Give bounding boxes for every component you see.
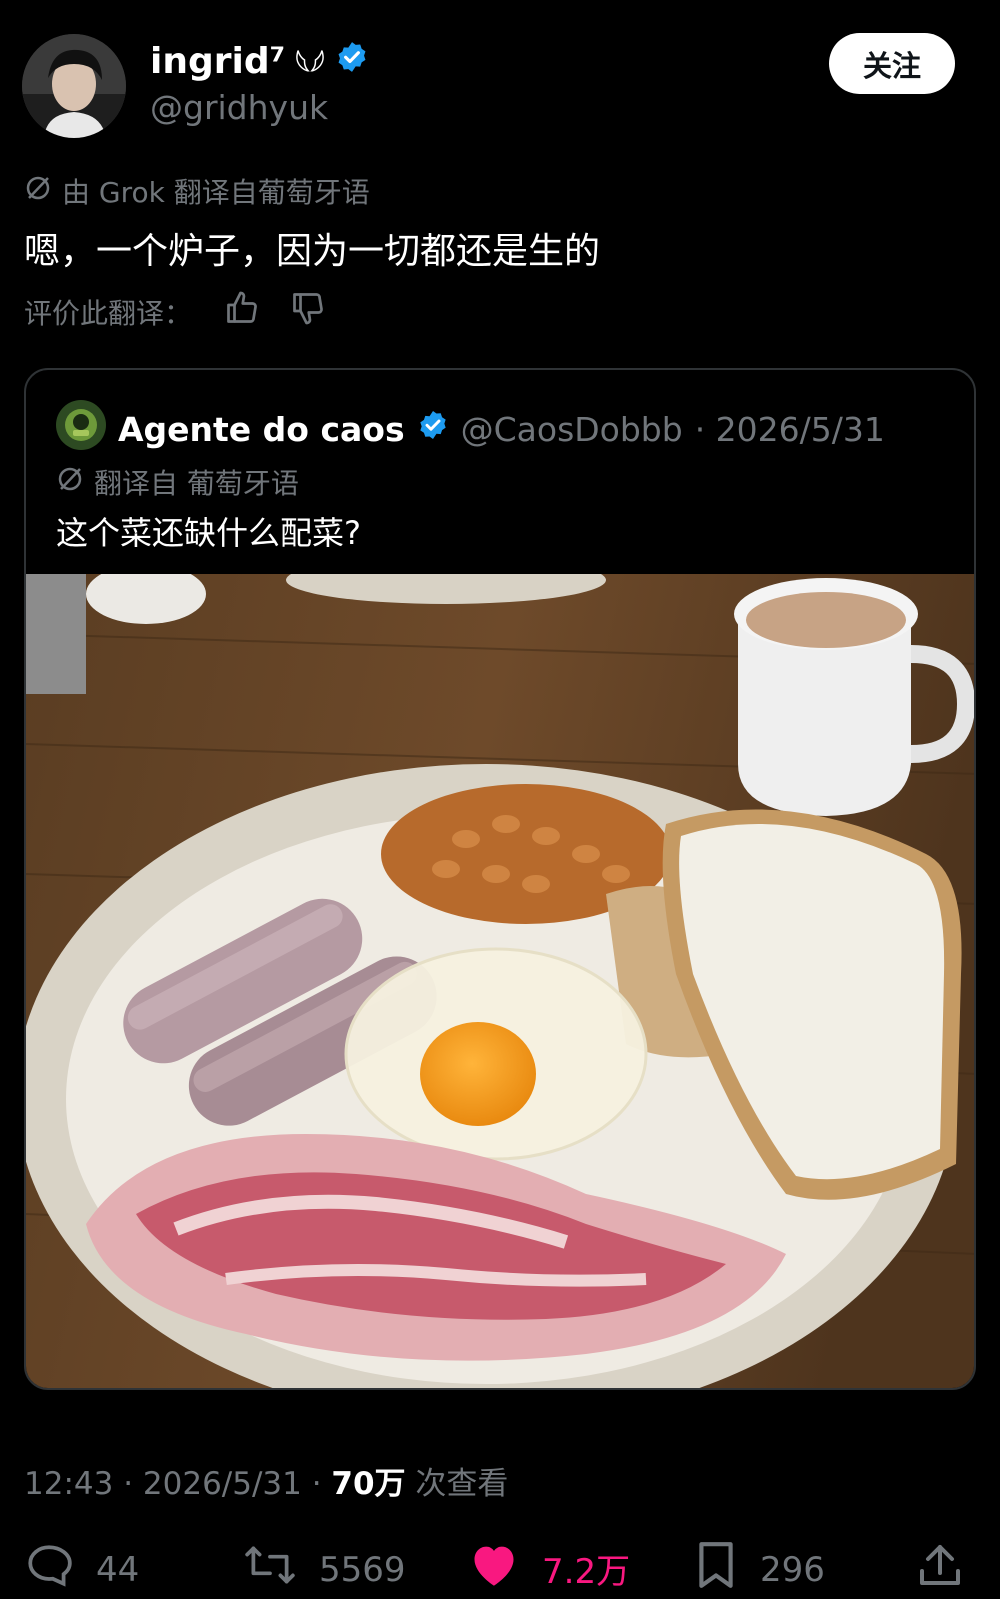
bookmark-count: 296 (760, 1549, 825, 1590)
action-bar: 44 5569 7.2万 296 (0, 1540, 1000, 1596)
tweet-time[interactable]: 12:43 · 2026/5/31 · (24, 1466, 331, 1502)
name-emblem: 𓆩𓆪 (295, 50, 325, 81)
quoted-translation-note[interactable]: 翻译自 葡萄牙语 (56, 462, 299, 502)
thumbs-up-icon[interactable] (224, 290, 260, 333)
reply-icon (24, 1540, 74, 1599)
reply-count: 44 (96, 1549, 140, 1590)
share-icon (918, 1540, 962, 1599)
like-button[interactable]: 7.2万 (468, 1540, 630, 1597)
like-count: 7.2万 (542, 1552, 631, 1592)
quoted-name[interactable]: Agente do caos (118, 410, 405, 449)
translation-note[interactable]: 由 Grok 翻译自葡萄牙语 (24, 171, 370, 211)
quoted-date: · 2026/5/31 (694, 409, 885, 449)
follow-button[interactable]: 关注 (829, 33, 955, 94)
breakfast-photo[interactable] (26, 556, 974, 1388)
quoted-tweet[interactable]: Agente do caos @CaosDobbb · 2026/5/31 翻译… (24, 368, 976, 1390)
quoted-verified-badge-icon (417, 409, 449, 449)
quoted-translation-note-text: 翻译自 葡萄牙语 (94, 467, 299, 500)
retweet-count: 5569 (319, 1549, 406, 1590)
tweet-meta: 12:43 · 2026/5/31 · 70万 次查看 (24, 1458, 508, 1503)
rate-translation: 评价此翻译： (24, 290, 326, 333)
bookmark-icon (694, 1540, 738, 1599)
translation-note-text: 由 Grok 翻译自葡萄牙语 (62, 176, 370, 209)
thumbs-down-icon[interactable] (290, 290, 326, 333)
quoted-text: 这个菜还缺什么配菜? (56, 514, 361, 552)
view-count: 70万 (331, 1466, 406, 1502)
rate-translation-label: 评价此翻译： (24, 296, 193, 330)
bookmark-button[interactable]: 296 (694, 1540, 825, 1599)
translate-icon (24, 174, 52, 209)
avatar[interactable] (22, 34, 126, 138)
reply-button[interactable]: 44 (24, 1540, 139, 1599)
author-name[interactable]: ingrid⁷ (150, 41, 285, 82)
share-button[interactable] (918, 1540, 962, 1599)
quoted-header: Agente do caos @CaosDobbb · 2026/5/31 (56, 400, 885, 458)
verified-badge-icon (335, 40, 369, 83)
quoted-translate-icon (56, 465, 84, 500)
author-name-row[interactable]: ingrid⁷ 𓆩𓆪 (150, 40, 369, 83)
retweet-button[interactable]: 5569 (243, 1540, 406, 1599)
retweet-icon (243, 1540, 297, 1599)
quoted-handle[interactable]: @CaosDobbb (461, 410, 683, 449)
tweet-text: 嗯，一个炉子，因为一切都还是生的 (24, 231, 601, 272)
quoted-avatar[interactable] (56, 400, 106, 458)
view-label: 次查看 (405, 1466, 509, 1502)
heart-icon (468, 1540, 520, 1597)
author-handle[interactable]: @gridhyuk (150, 88, 328, 127)
